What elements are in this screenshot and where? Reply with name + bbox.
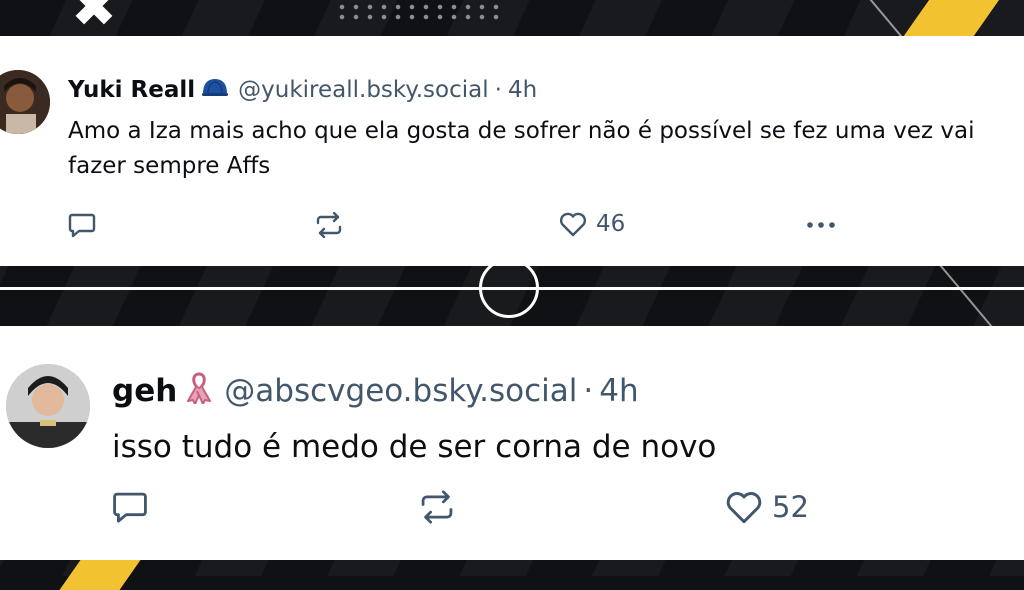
reply-icon (68, 213, 96, 238)
avatar[interactable] (0, 70, 50, 134)
post-timestamp[interactable]: 4h (508, 77, 537, 103)
post-card[interactable]: geh @abscvgeo.bsky.social · 4h isso tudo… (0, 326, 1024, 560)
more-options-button[interactable] (804, 212, 838, 238)
post-text: isso tudo é medo de ser corna de novo (112, 429, 717, 465)
pink-ribbon-emoji-icon (182, 370, 216, 412)
separator: · (494, 77, 502, 103)
author-handle[interactable]: @abscvgeo.bsky.social (224, 373, 577, 409)
post-text: Amo a Iza mais acho que ela gosta de sof… (68, 118, 975, 179)
more-icon (807, 222, 835, 228)
like-button[interactable]: 52 (724, 488, 809, 526)
author-handle[interactable]: @yukireall.bsky.social (238, 77, 488, 103)
author-name[interactable]: geh (112, 373, 177, 409)
like-count: 46 (596, 211, 626, 237)
post-timestamp[interactable]: 4h (599, 373, 638, 409)
reply-button[interactable] (112, 490, 148, 524)
avatar[interactable] (6, 364, 90, 448)
heart-icon (726, 492, 762, 524)
reply-button[interactable] (68, 212, 96, 238)
like-count: 52 (772, 490, 809, 524)
dots-decoration (335, 2, 505, 24)
repost-button[interactable] (314, 212, 344, 238)
heart-icon (559, 212, 587, 237)
post-header: geh @abscvgeo.bsky.social · 4h (112, 370, 639, 412)
repost-icon (316, 212, 342, 238)
separator: · (583, 373, 594, 409)
post-header: Yuki Reall @yukireall.bsky.social · 4h (68, 76, 537, 104)
reply-icon (113, 492, 147, 523)
field-center-circle (479, 258, 539, 318)
like-button[interactable]: 46 (558, 210, 625, 238)
author-name[interactable]: Yuki Reall (68, 77, 195, 103)
post-card[interactable]: Yuki Reall @yukireall.bsky.social · 4h A… (0, 36, 1024, 266)
plus-decoration (74, 0, 114, 26)
repost-button[interactable] (418, 490, 456, 524)
blue-cap-emoji-icon (200, 76, 230, 104)
repost-icon (421, 490, 453, 524)
